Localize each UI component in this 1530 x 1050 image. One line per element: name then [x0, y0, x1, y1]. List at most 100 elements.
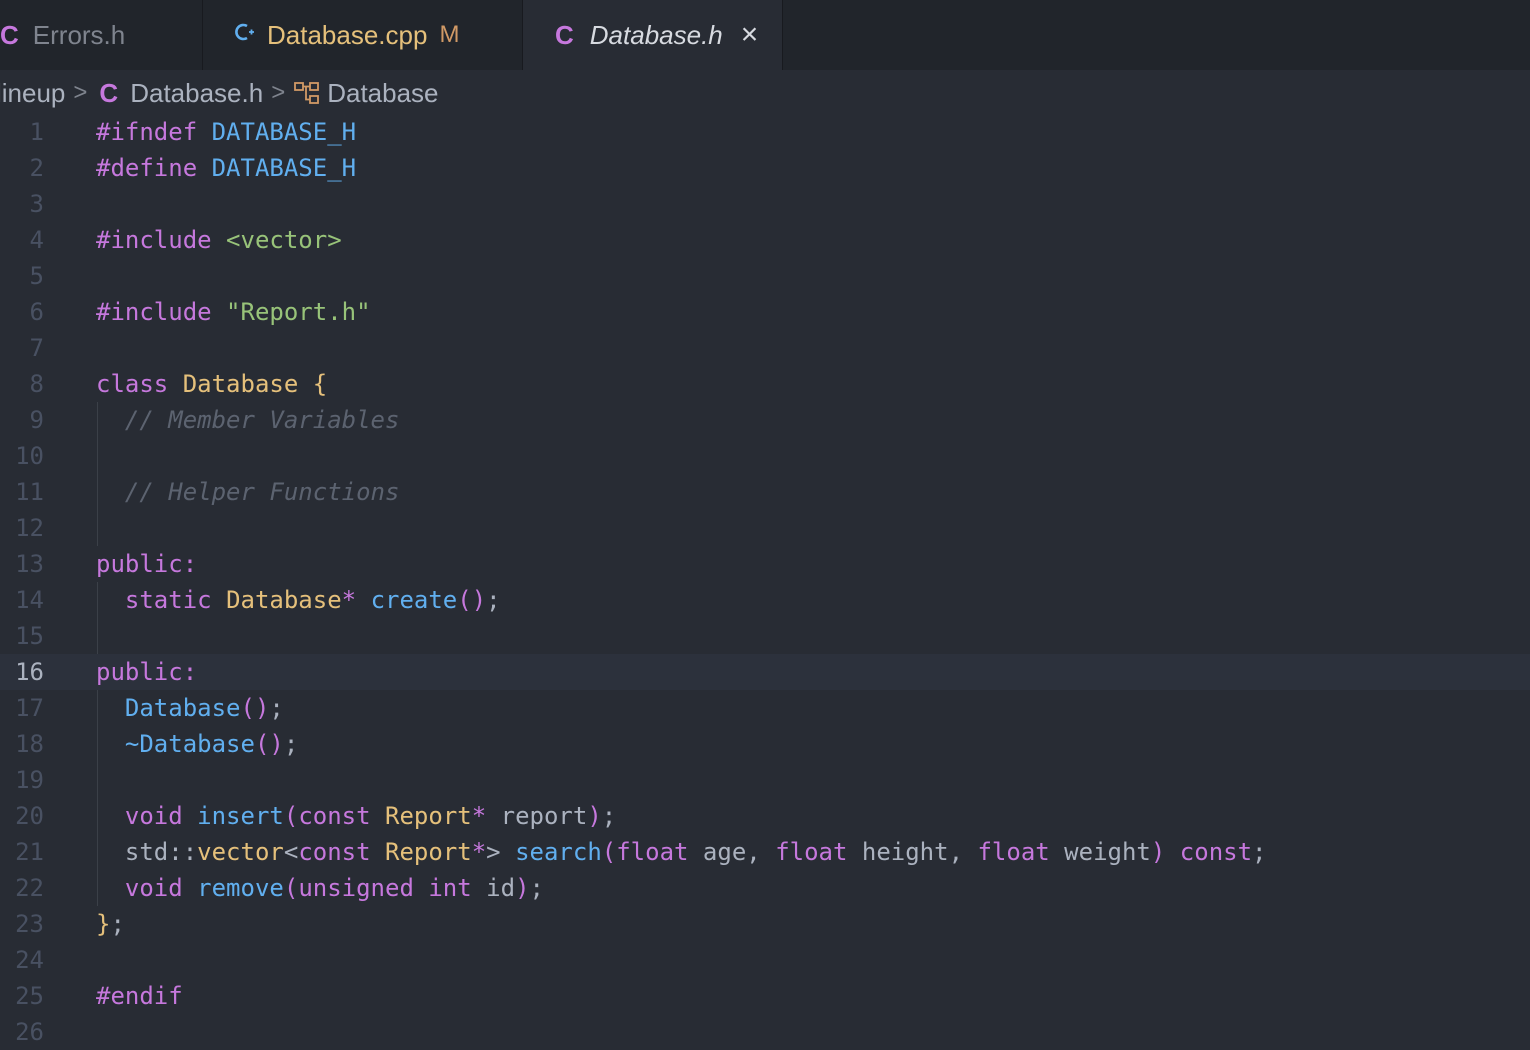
line-number: 23 — [15, 910, 44, 938]
code-editor[interactable]: 2 6 25 #endif 24 23}; 22 void remove(unsigned … — [0, 114, 1530, 1046]
chevron-right-icon: > — [73, 79, 88, 106]
code-token: #include — [96, 226, 212, 254]
line-number: 24 — [15, 946, 44, 974]
code-line[interactable]: 3 — [0, 186, 1530, 222]
code-text: std::vector<const Report*> search(float … — [96, 834, 1267, 870]
code-line[interactable]: 15 — [0, 618, 1530, 654]
code-line[interactable]: 25 #endif — [0, 978, 1530, 1014]
code-line[interactable]: 18 ~Database(); — [0, 726, 1530, 762]
code-token: ( — [283, 802, 299, 830]
breadcrumb-file[interactable]: Database.h — [130, 78, 263, 109]
code-line[interactable]: 11 // Helper Functions — [0, 474, 1530, 510]
tab-database-cpp[interactable]: Database.cpp M — [203, 0, 523, 70]
tab-label: Database.cpp — [267, 19, 428, 50]
tab-label: Errors.h — [32, 19, 126, 50]
line-number: 2 — [29, 154, 44, 182]
line-number: 17 — [15, 694, 44, 722]
class-symbol-icon — [293, 80, 321, 106]
code-token: const — [1179, 838, 1253, 866]
code-line[interactable]: 2 #define DATABASE_H — [0, 150, 1530, 186]
code-line[interactable]: 12 — [0, 510, 1530, 546]
code-line[interactable]: 1 #ifndef DATABASE_H — [0, 114, 1530, 150]
code-token: float — [775, 838, 848, 866]
indent-guide — [97, 690, 98, 906]
tab-errors-h[interactable]: C Errors.h — [0, 0, 203, 70]
code-line[interactable]: 17 Database(); — [0, 690, 1530, 726]
code-line[interactable]: 20 void insert(const Report* report); — [0, 798, 1530, 834]
line-number: 14 — [15, 586, 44, 614]
code-line[interactable]: 4 #include <vector> — [0, 222, 1530, 258]
code-token: int — [428, 874, 472, 902]
code-token: float — [977, 838, 1050, 866]
code-token: ; — [486, 586, 501, 614]
code-token: <vector> — [226, 226, 342, 254]
code-token: Database — [226, 586, 342, 614]
code-line[interactable]: 21 std::vector<const Report*> search(flo… — [0, 834, 1530, 870]
code-line[interactable]: 9 // Member Variables — [0, 402, 1530, 438]
code-token: ; — [283, 730, 299, 758]
line-number: 6 — [29, 298, 44, 326]
code-line[interactable]: 19 — [0, 762, 1530, 798]
code-line[interactable]: 22 void remove(unsigned int id); — [0, 870, 1530, 906]
line-number: 12 — [15, 514, 44, 542]
code-line[interactable]: 6 #include "Report.h" — [0, 294, 1530, 330]
code-token: insert — [197, 802, 284, 830]
code-text: ~Database(); — [96, 726, 298, 762]
code-token: Report — [385, 802, 472, 830]
line-number: 21 — [15, 838, 44, 866]
code-text: Database(); — [96, 690, 284, 726]
code-token: const — [298, 802, 371, 830]
code-token: remove — [197, 874, 284, 902]
code-line[interactable]: 7 — [0, 330, 1530, 366]
code-token: ; — [529, 874, 544, 902]
code-token: ~Database — [124, 730, 255, 758]
code-line[interactable]: 23}; — [0, 906, 1530, 942]
code-token: search — [515, 838, 602, 866]
code-text: public: — [96, 654, 197, 690]
line-number: 9 — [29, 406, 44, 434]
line-number: 22 — [15, 874, 44, 902]
code-line[interactable]: 8 class Database { — [0, 366, 1530, 402]
breadcrumb-symbol[interactable]: Database — [327, 78, 438, 109]
code-line[interactable]: 13 public: — [0, 546, 1530, 582]
code-line[interactable]: 26 — [0, 1014, 1530, 1050]
line-number: 16 — [15, 658, 44, 686]
code-text: #endif — [96, 978, 183, 1014]
close-icon[interactable]: × — [741, 20, 759, 50]
code-token: std:: — [96, 838, 198, 866]
code-line[interactable]: 10 — [0, 438, 1530, 474]
code-line[interactable]: 14 static Database* create(); — [0, 582, 1530, 618]
code-line[interactable]: 5 — [0, 258, 1530, 294]
code-text: }; — [96, 906, 125, 942]
chevron-right-icon: > — [271, 79, 286, 106]
code-token: id — [471, 874, 516, 902]
code-line[interactable]: 24 — [0, 942, 1530, 978]
class-symbol-icon-shape — [294, 82, 320, 104]
line-number: 13 — [15, 550, 44, 578]
code-token: DATABASE_H — [211, 118, 357, 146]
code-token: weight — [1049, 838, 1151, 866]
breadcrumb-folder[interactable]: lineup — [0, 78, 65, 109]
code-token: // Helper Functions — [124, 478, 400, 506]
code-line[interactable]: 16 public: — [0, 654, 1530, 690]
modified-badge: M — [439, 21, 460, 48]
c-file-icon: C — [0, 19, 19, 50]
tab-database-h[interactable]: C Database.h × — [523, 0, 783, 70]
code-token: create — [370, 586, 458, 614]
code-token: ) — [587, 802, 602, 830]
line-number: 7 — [29, 334, 44, 362]
code-text: // Helper Functions — [96, 474, 400, 510]
